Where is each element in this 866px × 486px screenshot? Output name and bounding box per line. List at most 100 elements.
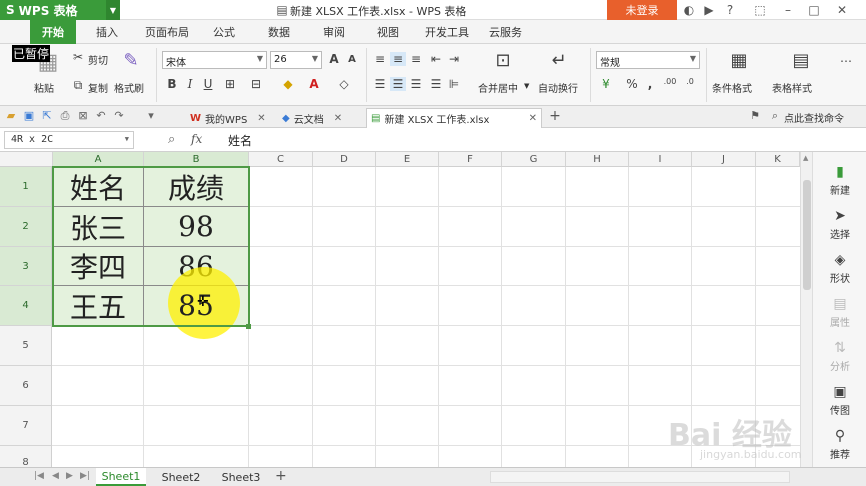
font-size-select[interactable]: 26 ▼	[270, 51, 322, 69]
tab-data[interactable]: 数据	[268, 24, 290, 40]
fill-color-icon[interactable]: ◆	[280, 77, 296, 91]
sheet-tab-2[interactable]: Sheet2	[156, 468, 206, 486]
quick-access-dropdown-icon[interactable]: ▾	[144, 109, 158, 123]
align-center-icon[interactable]: ☰	[390, 77, 406, 91]
close-icon[interactable]: ✕	[257, 113, 265, 124]
login-button[interactable]: 未登录	[607, 0, 677, 20]
scissors-icon[interactable]: ✂	[70, 50, 86, 64]
number-format-select[interactable]: 常规 ▼	[596, 51, 700, 69]
chevron-down-icon[interactable]: ▼	[106, 0, 120, 20]
justify-icon[interactable]: ☰	[428, 77, 444, 91]
first-sheet-icon[interactable]: |◀	[34, 471, 44, 481]
increase-decimal-icon[interactable]: .00	[662, 77, 678, 86]
command-search[interactable]: 点此查找命令	[784, 110, 844, 125]
row-header-6[interactable]: 6	[0, 366, 52, 406]
italic-button[interactable]: I	[182, 77, 198, 91]
close-icon[interactable]: ✕	[529, 113, 537, 124]
print-icon[interactable]: ⎙	[58, 109, 72, 123]
tab-cloud-docs[interactable]: ◆ 云文档 ✕	[278, 108, 346, 128]
side-new-button[interactable]: ▮ 新建	[813, 164, 866, 197]
tab-home[interactable]: 开始	[30, 20, 76, 44]
indent-decrease-icon[interactable]: ⇤	[428, 52, 444, 66]
undo-icon[interactable]: ↶	[94, 109, 108, 123]
tab-my-wps[interactable]: W 我的WPS ✕	[186, 108, 270, 128]
column-header-c[interactable]: C	[249, 152, 313, 167]
column-header-f[interactable]: F	[439, 152, 502, 167]
cell-a3[interactable]: 李四	[53, 247, 143, 285]
next-sheet-icon[interactable]: ▶	[66, 471, 73, 481]
indent-increase-icon[interactable]: ⇥	[446, 52, 462, 66]
cell-a1[interactable]: 姓名	[53, 167, 143, 206]
side-analysis-button[interactable]: ⇅ 分析	[813, 340, 866, 373]
print-preview-icon[interactable]: ⊠	[76, 109, 90, 123]
currency-icon[interactable]: ¥	[598, 77, 614, 91]
cell-b1[interactable]: 成绩	[144, 167, 248, 206]
increase-font-icon[interactable]: A	[326, 52, 342, 66]
cell-a4[interactable]: 王五	[53, 286, 143, 325]
sheet-tab-1[interactable]: Sheet1	[96, 468, 146, 486]
align-top-icon[interactable]: ≡	[372, 52, 388, 66]
side-shape-button[interactable]: ◈ 形状	[813, 252, 866, 285]
column-header-b[interactable]: B	[144, 152, 249, 167]
row-header-7[interactable]: 7	[0, 406, 52, 446]
select-all-corner[interactable]	[0, 152, 53, 167]
column-header-e[interactable]: E	[376, 152, 439, 167]
font-name-select[interactable]: 宋体 ▼	[162, 51, 267, 69]
cell-fill-icon[interactable]: ⊟	[248, 77, 264, 91]
more-styles-icon[interactable]: ⋯	[838, 54, 854, 68]
side-select-button[interactable]: ➤ 选择	[813, 208, 866, 241]
bold-button[interactable]: B	[164, 77, 180, 91]
side-properties-button[interactable]: ▤ 属性	[813, 296, 866, 329]
fill-handle[interactable]	[246, 324, 251, 329]
column-header-g[interactable]: G	[502, 152, 566, 167]
row-header-4[interactable]: 4	[0, 286, 52, 326]
row-header-3[interactable]: 3	[0, 247, 52, 286]
horizontal-scrollbar[interactable]	[490, 471, 790, 483]
column-header-d[interactable]: D	[313, 152, 376, 167]
scrollbar-thumb[interactable]	[803, 180, 811, 290]
last-sheet-icon[interactable]: ▶|	[80, 471, 90, 481]
add-tab-icon[interactable]: +	[548, 109, 562, 123]
column-header-j[interactable]: J	[692, 152, 756, 167]
row-header-1[interactable]: 1	[0, 167, 52, 207]
scroll-up-icon[interactable]: ▲	[803, 154, 808, 162]
format-painter-button[interactable]: 格式刷	[114, 80, 144, 95]
function-icon[interactable]: fx	[191, 132, 202, 146]
side-recommend-button[interactable]: ⚲ 推荐	[813, 428, 866, 461]
chevron-down-icon[interactable]: ▼	[524, 82, 529, 90]
redo-icon[interactable]: ↷	[112, 109, 126, 123]
zoom-search-icon[interactable]: ⌕	[168, 132, 175, 147]
chevron-down-icon[interactable]: ▼	[125, 135, 129, 143]
pin-icon[interactable]: ⚑	[748, 109, 762, 123]
help-icon[interactable]: ?	[722, 2, 738, 18]
decrease-font-icon[interactable]: A	[344, 54, 360, 65]
paste-button[interactable]: 粘贴	[34, 80, 54, 95]
align-right-icon[interactable]: ☰	[408, 77, 424, 91]
minimize-icon[interactable]: –	[780, 2, 796, 18]
table-style-button[interactable]: 表格样式	[772, 80, 812, 95]
open-folder-icon[interactable]: ▰	[4, 109, 18, 123]
format-painter-icon[interactable]: ✎	[122, 50, 140, 71]
copy-button[interactable]: 复制	[88, 80, 108, 95]
distribute-icon[interactable]: ⊫	[446, 77, 462, 91]
table-style-icon[interactable]: ▤	[790, 50, 812, 71]
feedback-icon[interactable]: ▶	[701, 2, 717, 18]
merge-center-icon[interactable]: ⊡	[492, 50, 514, 71]
formula-input[interactable]: 姓名	[222, 131, 812, 149]
tab-page-layout[interactable]: 页面布局	[145, 24, 189, 40]
cut-button[interactable]: 剪切	[88, 52, 108, 67]
conditional-format-icon[interactable]: ▦	[728, 50, 750, 71]
merge-center-button[interactable]: 合并居中	[478, 80, 518, 95]
prev-sheet-icon[interactable]: ◀	[52, 471, 59, 481]
column-header-k[interactable]: K	[756, 152, 800, 167]
decrease-decimal-icon[interactable]: .0	[682, 77, 698, 86]
cell-b2[interactable]: 98	[144, 207, 248, 246]
tab-active-workbook[interactable]: ▤ 新建 XLSX 工作表.xlsx ✕	[366, 108, 542, 128]
app-menu-button[interactable]: S WPS 表格 ▼	[0, 0, 120, 20]
save-icon[interactable]: ▣	[22, 109, 36, 123]
maximize-icon[interactable]: □	[806, 2, 822, 18]
add-sheet-button[interactable]: +	[275, 468, 287, 484]
side-upload-image-button[interactable]: ▣ 传图	[813, 384, 866, 417]
name-box[interactable]: 4R x 2C ▼	[4, 131, 134, 149]
align-bottom-icon[interactable]: ≡	[408, 52, 424, 66]
